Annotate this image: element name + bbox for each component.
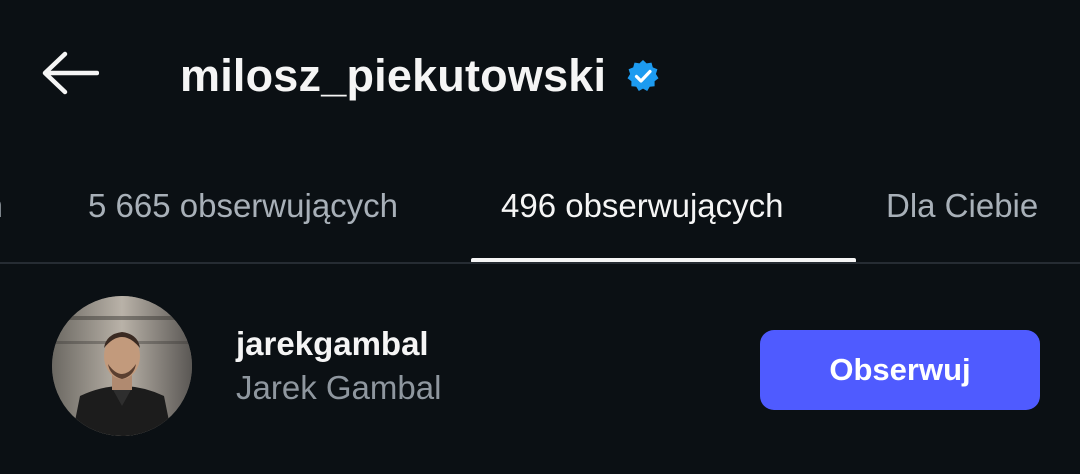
back-button[interactable] (30, 40, 110, 110)
username[interactable]: jarekgambal (236, 324, 441, 364)
header: milosz_piekutowski (0, 0, 1080, 150)
tab-divider (0, 262, 1080, 264)
arrow-left-icon (41, 51, 100, 100)
list-item[interactable]: jarekgambal Jarek Gambal Obserwuj (0, 296, 1080, 446)
tab-for-you[interactable]: Dla Ciebie (886, 150, 1038, 262)
tab-followers[interactable]: 5 665 obserwujących (88, 150, 398, 262)
page-title: milosz_piekutowski (180, 50, 607, 101)
title-wrap: milosz_piekutowski (180, 44, 660, 108)
follow-button[interactable]: Obserwuj (760, 330, 1040, 410)
app-screen: milosz_piekutowski ch 5 665 obserwującyc… (0, 0, 1080, 474)
verified-badge-icon (626, 59, 660, 93)
tab-bar: ch 5 665 obserwujących 496 obserwujących… (0, 150, 1080, 264)
avatar[interactable] (52, 296, 192, 436)
full-name: Jarek Gambal (236, 369, 442, 406)
tab-following[interactable]: 496 obserwujących (501, 150, 784, 262)
tab-partial[interactable]: ch (0, 150, 3, 262)
user-names: jarekgambal Jarek Gambal (236, 324, 441, 408)
